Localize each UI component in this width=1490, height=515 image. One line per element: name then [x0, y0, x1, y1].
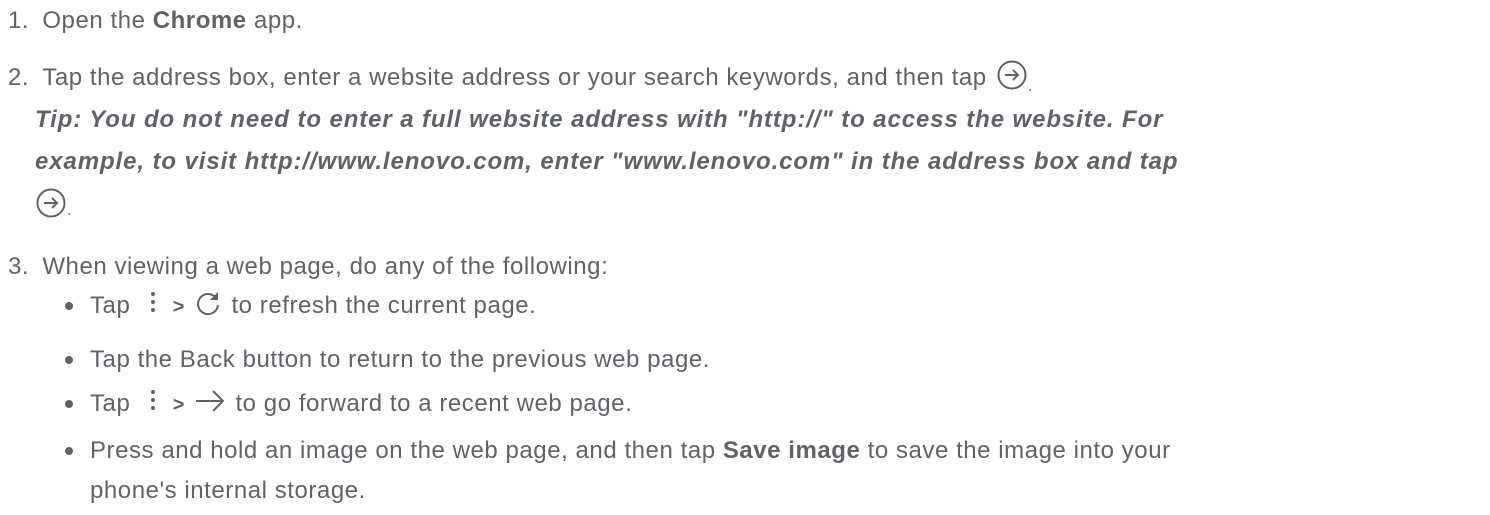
circle-arrow-right-icon: [35, 187, 67, 219]
bullet-save-image: Press and hold an image on the web page,…: [90, 436, 1171, 466]
step-1: 1. Open the Chrome app.: [8, 6, 303, 36]
bullet-dot: [65, 356, 73, 364]
step-number: 3.: [8, 253, 30, 280]
bullet-text: Press and hold an image on the web page,…: [90, 437, 723, 464]
step-2: 2. Tap the address box, enter a website …: [8, 60, 1033, 102]
step-text: Tap the address box, enter a website add…: [42, 64, 987, 92]
step-number: 1.: [8, 7, 30, 34]
tip-line-2: example, to visit http://www.lenovo.com,…: [35, 148, 1179, 175]
bullet-text-end: to save the image into your: [860, 437, 1171, 464]
bullet-forward: Tap > to go forward to a recent web page…: [90, 389, 632, 420]
bullet-dot: [65, 302, 73, 310]
tip-line-1: Tip: You do not need to enter a full web…: [35, 106, 1164, 133]
menu-separator: >: [172, 394, 186, 416]
step-3: 3. When viewing a web page, do any of th…: [8, 252, 608, 282]
tip-end: .: [67, 202, 72, 220]
bullet-dot: [65, 447, 73, 455]
step-text: When viewing a web page, do any of the f…: [42, 253, 609, 280]
instruction-document: 1. Open the Chrome app. 2. Tap the addre…: [0, 0, 1490, 515]
bullet-save-image-continued: phone's internal storage.: [90, 477, 366, 504]
arrow-right-icon: [194, 387, 226, 415]
menu-separator: >: [172, 296, 186, 318]
bullet-text: Tap: [90, 390, 131, 417]
more-vertical-icon: [146, 387, 160, 415]
refresh-icon: [194, 289, 222, 317]
save-image-label: Save image: [722, 437, 861, 464]
step-text-end: .: [1027, 78, 1033, 96]
bullet-text: Tap: [90, 292, 131, 319]
circle-arrow-right-icon: [996, 59, 1028, 91]
step-text: Open the: [42, 7, 153, 34]
more-vertical-icon: [146, 289, 160, 317]
tip-line-3: .: [35, 187, 72, 226]
bullet-text-end: to refresh the current page.: [231, 292, 537, 319]
bullet-text-end: to go forward to a recent web page.: [235, 390, 633, 417]
app-name: Chrome: [152, 7, 247, 34]
bullet-back: Tap the Back button to return to the pre…: [90, 345, 710, 375]
bullet-text: Tap the Back button to return to the pre…: [90, 346, 710, 373]
step-number: 2.: [8, 64, 30, 92]
bullet-dot: [65, 400, 73, 408]
step-text-end: app.: [246, 7, 303, 34]
bullet-refresh: Tap > to refresh the current page.: [90, 291, 536, 322]
